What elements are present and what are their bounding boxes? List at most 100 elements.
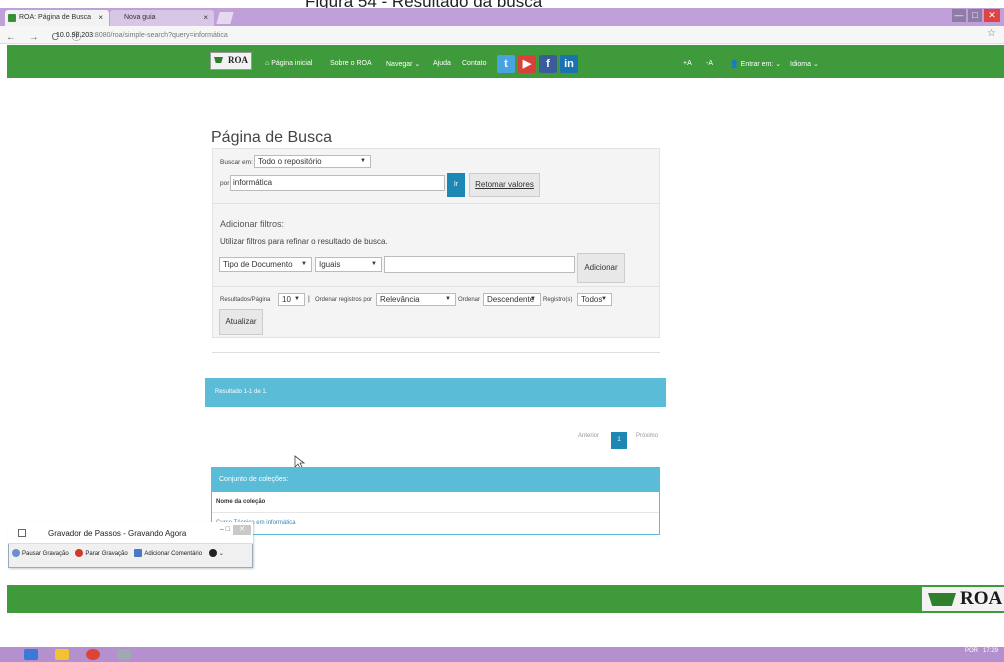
login-dropdown[interactable]: 👤 Entrar em: ⌄	[730, 60, 781, 68]
url-host: 10.0.98.203	[56, 32, 93, 39]
scope-select[interactable]: Todo o repositório ▼	[254, 155, 371, 168]
youtube-icon[interactable]: ▶	[518, 55, 536, 73]
clock[interactable]: 17:29	[983, 648, 998, 654]
sort-select[interactable]: Relevância ▼	[376, 293, 456, 306]
nav-browse-label: Navegar	[386, 61, 413, 68]
scope-value: Todo o repositório	[258, 157, 322, 166]
recorder-toolbar: Pausar Gravação Parar Gravação Adicionar…	[12, 549, 224, 557]
filter-field-value: Tipo de Documento	[223, 260, 293, 269]
tab-roa-busca[interactable]: ROA: Página de Busca ×	[5, 10, 109, 26]
pager-previous[interactable]: Anterior	[578, 433, 599, 439]
linkedin-icon[interactable]: in	[560, 55, 578, 73]
divider	[212, 352, 660, 353]
records-label: Registro(s)	[543, 297, 573, 303]
nav-about-link[interactable]: Sobre o ROA	[330, 60, 372, 67]
rpp-label: Resultados/Página	[220, 297, 271, 303]
results-summary-bar: Resultado 1-1 de 1.	[205, 378, 666, 407]
recorder-app-icon	[18, 529, 26, 537]
reset-button[interactable]: Retomar valores	[469, 173, 540, 197]
pager-next[interactable]: Próximo	[636, 433, 658, 439]
recorder-title-bar: Gravador de Passos - Gravando Agora – □ ✕	[8, 522, 253, 544]
language-label: Idioma	[790, 61, 812, 68]
footer-logo-text: ROA	[960, 588, 1003, 609]
language-dropdown[interactable]: Idioma ⌄	[790, 60, 819, 68]
records-value: Todos	[581, 295, 603, 304]
order-label: Ordenar	[458, 297, 481, 303]
order-select[interactable]: Descendente ▼	[483, 293, 541, 306]
caret-down-icon: ▼	[601, 296, 607, 302]
nav-help-link[interactable]: Ajuda	[433, 60, 451, 67]
pager-current-page[interactable]: 1	[611, 432, 627, 449]
leaf-logo-icon	[928, 593, 956, 606]
login-label: Entrar em:	[740, 61, 774, 68]
nav-home-label: Página inicial	[271, 60, 313, 67]
chevron-down-icon: ⌄	[811, 61, 819, 68]
query-label: por	[220, 180, 230, 187]
comment-label: Adicionar Comentário	[144, 550, 203, 557]
chevron-down-icon: ⌄	[773, 61, 782, 68]
results-summary: Resultado 1-1 de 1.	[215, 389, 268, 395]
chevron-down-icon: ⌄	[412, 61, 421, 68]
window-controls: — □ ✕	[950, 9, 1000, 23]
close-icon[interactable]: ✕	[233, 525, 251, 535]
collections-column-header: Nome da coleção	[212, 492, 659, 513]
logo-text: ROA	[228, 55, 248, 65]
add-filter-button[interactable]: Adicionar	[577, 253, 625, 283]
font-decrease-link[interactable]: -A	[706, 60, 713, 67]
filter-value-input[interactable]	[384, 256, 575, 273]
pause-recording-button[interactable]: Pausar Gravação	[12, 549, 69, 557]
help-menu-button[interactable]: ⌄	[208, 549, 224, 557]
tab-close-icon[interactable]: ×	[98, 10, 103, 26]
pause-icon	[12, 549, 20, 557]
filter-op-value: Iguais	[319, 260, 341, 269]
facebook-icon[interactable]: f	[539, 55, 557, 73]
go-button[interactable]: Ir	[447, 173, 465, 197]
filter-op-select[interactable]: Iguais ▼	[315, 257, 382, 272]
twitter-icon[interactable]: t	[497, 55, 515, 73]
collections-title: Conjunto de coleções:	[219, 476, 289, 483]
url-input[interactable]: 10.0.98.203:8080/roa/simple-search?query…	[56, 29, 976, 42]
rpp-value: 10	[282, 295, 291, 304]
divider	[213, 203, 659, 204]
collection-column-label: Nome da coleção	[216, 499, 266, 505]
minimize-icon[interactable]: –	[220, 526, 224, 533]
rpp-select[interactable]: 10 ▼	[278, 293, 305, 306]
chevron-down-icon: ⌄	[218, 550, 224, 557]
caret-down-icon: ▼	[301, 261, 307, 267]
stop-label: Parar Gravação	[85, 550, 128, 557]
reset-button-label: Retomar valores	[475, 180, 534, 189]
sort-label: Ordenar registros por	[315, 297, 373, 303]
minimize-icon[interactable]: —	[952, 9, 966, 22]
tab-close-icon[interactable]: ×	[203, 10, 208, 26]
records-select[interactable]: Todos ▼	[577, 293, 612, 306]
filter-field-select[interactable]: Tipo de Documento ▼	[219, 257, 312, 272]
search-input[interactable]: informática	[230, 175, 445, 191]
close-window-icon[interactable]: ✕	[984, 9, 1000, 22]
tab-nova-guia[interactable]: Nova guia ×	[110, 10, 214, 26]
nav-browse-dropdown[interactable]: Navegar ⌄	[386, 60, 420, 68]
add-comment-button[interactable]: Adicionar Comentário	[134, 549, 203, 557]
maximize-icon[interactable]: □	[968, 9, 982, 22]
file-explorer-icon[interactable]	[55, 649, 69, 660]
nav-contact-link[interactable]: Contato	[462, 60, 487, 67]
bookmark-star-icon[interactable]: ☆	[987, 28, 996, 39]
comment-icon	[134, 549, 143, 557]
nav-home-link[interactable]: ⌂ Página inicial	[265, 60, 312, 67]
pause-label: Pausar Gravação	[22, 550, 69, 557]
chrome-icon[interactable]	[86, 649, 100, 660]
internet-explorer-icon[interactable]	[24, 649, 38, 660]
stop-recording-button[interactable]: Parar Gravação	[75, 549, 128, 557]
steps-recorder-taskbar-icon[interactable]	[117, 649, 131, 660]
language-indicator[interactable]: POR	[965, 648, 978, 654]
update-button[interactable]: Atualizar	[219, 309, 263, 335]
caret-down-icon: ▼	[360, 158, 366, 164]
maximize-icon[interactable]: □	[226, 526, 230, 533]
collections-header: Conjunto de coleções:	[212, 468, 659, 492]
scope-label: Buscar em:	[220, 159, 253, 166]
font-increase-link[interactable]: +A	[683, 60, 692, 67]
tab-label: Nova guia	[124, 14, 156, 21]
divider	[213, 286, 659, 287]
roa-logo[interactable]: ROA	[210, 52, 252, 70]
sort-value: Relevância	[380, 295, 420, 304]
recorder-title: Gravador de Passos - Gravando Agora	[48, 529, 187, 538]
